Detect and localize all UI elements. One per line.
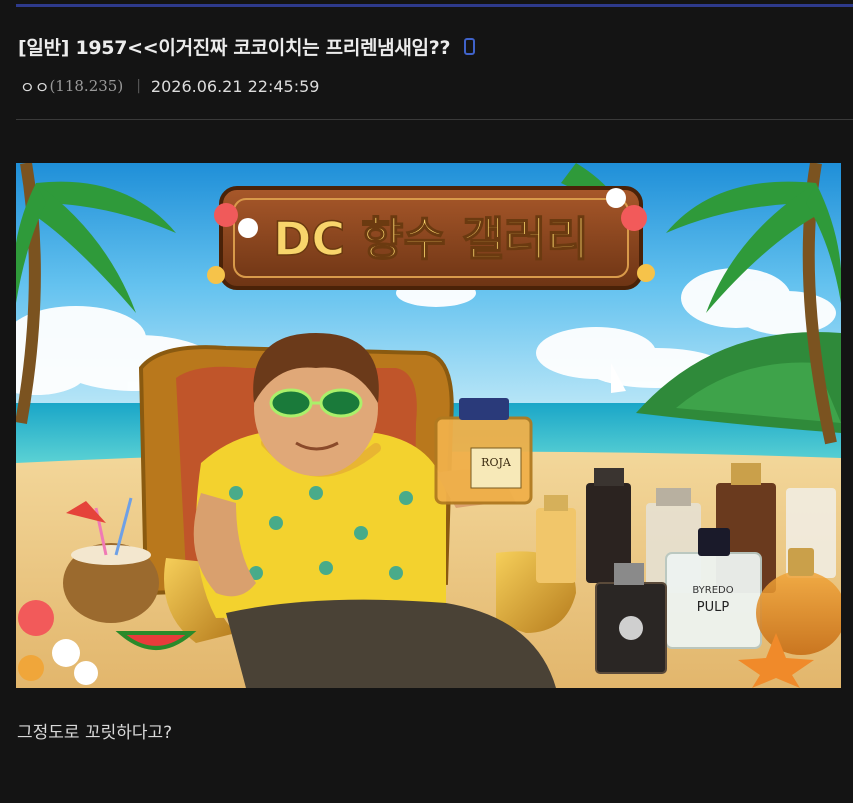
post-title: [일반] 1957<<이거진짜 코코이치는 프리렌냄새임?? — [18, 33, 450, 60]
author-name[interactable]: ㅇㅇ — [20, 74, 49, 98]
header-divider — [16, 119, 853, 120]
byredo-label: BYREDO — [692, 585, 733, 596]
meta-separator: | — [136, 78, 141, 94]
roja-label: ROJA — [481, 456, 512, 469]
author-ip: (118.235) — [49, 77, 124, 95]
post-date: 2026.06.21 22:45:59 — [150, 76, 320, 96]
post-title-row: [일반] 1957<<이거진짜 코코이치는 프리렌냄새임?? — [18, 33, 476, 60]
post-category: [일반] — [18, 37, 70, 59]
banner-text: DC 향수 갤러리 — [273, 212, 589, 266]
post-body: 그정도로 꼬릿하다고? — [17, 723, 173, 743]
post-meta: ㅇㅇ (118.235) | 2026.06.21 22:45:59 — [20, 74, 319, 98]
pulp-label: PULP — [697, 600, 730, 615]
post-image[interactable]: DC 향수 갤러리 ROJA BYREDO PULP — [16, 163, 841, 688]
top-accent-rule — [16, 4, 853, 7]
post-title-text: 1957<<이거진짜 코코이치는 프리렌냄새임?? — [75, 37, 451, 59]
mobile-phone-icon — [464, 38, 476, 55]
